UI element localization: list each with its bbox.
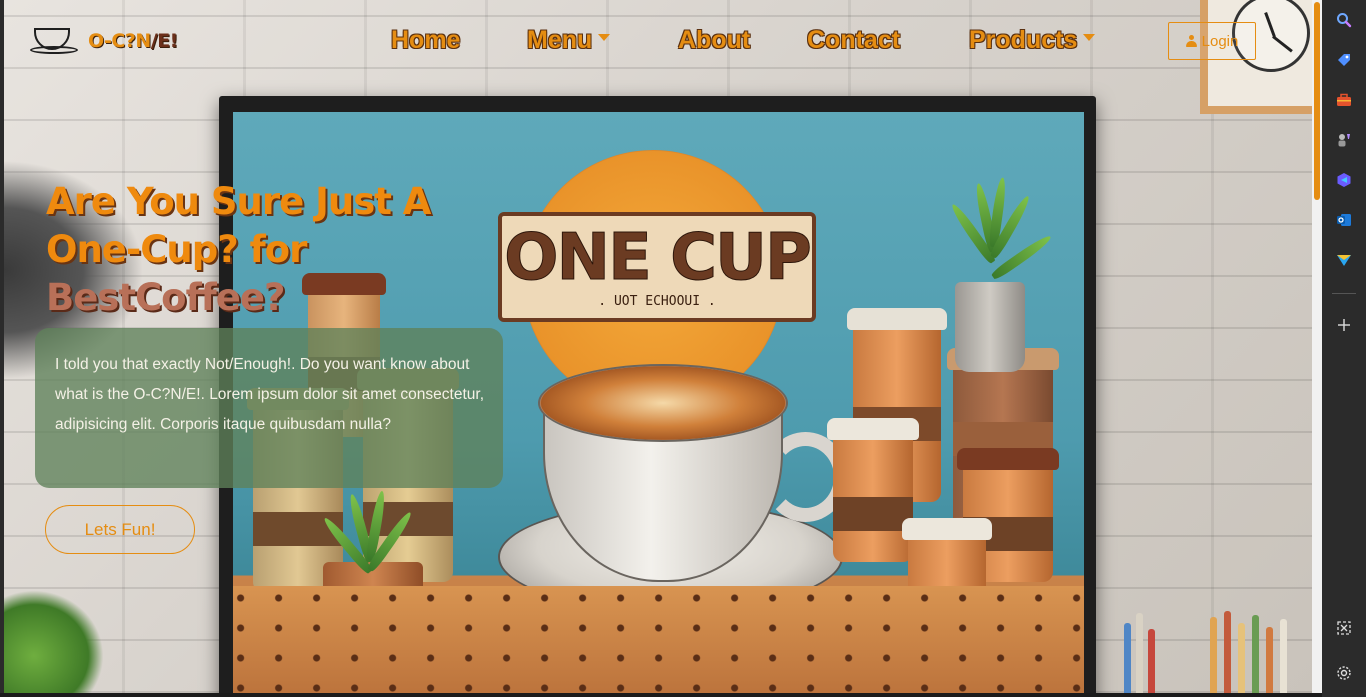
hero-title-line-3: BestCoffee?: [46, 276, 285, 319]
brand-name-part-a: O-C?N: [88, 30, 151, 52]
browser-sidebar: [1322, 0, 1366, 697]
nav-products[interactable]: Products: [969, 26, 1096, 55]
nav-home[interactable]: Home: [391, 26, 460, 55]
scrollbar-thumb[interactable]: [1314, 2, 1320, 200]
nav-home-label: Home: [391, 26, 461, 54]
hero-title-line-2: One-Cup? for: [46, 228, 307, 271]
window-bottom-edge: [0, 693, 1322, 697]
hero-title-line-1: Are You Sure Just A: [46, 180, 431, 223]
games-icon[interactable]: [1334, 130, 1354, 150]
nav-contact[interactable]: Contact: [807, 26, 900, 55]
caret-down-icon: [1083, 33, 1096, 41]
brand-name-part-b: /E!: [150, 30, 179, 52]
coffee-beans-table: [233, 586, 1084, 693]
nav-contact-label: Contact: [807, 26, 901, 54]
nav-about[interactable]: About: [678, 26, 750, 55]
toolbox-icon[interactable]: [1334, 90, 1354, 110]
login-button[interactable]: Login: [1168, 22, 1256, 60]
outlook-icon[interactable]: [1334, 210, 1354, 230]
lets-fun-button[interactable]: Lets Fun!: [45, 505, 195, 554]
nav-menu-label: Menu: [527, 26, 593, 54]
coffee-cup-icon: [30, 26, 78, 56]
copilot-icon[interactable]: [1334, 170, 1354, 190]
add-icon[interactable]: [1334, 315, 1354, 335]
caret-down-icon: [598, 33, 611, 41]
poster-sign: ONE CUP . UOT ECHOOUI .: [498, 212, 816, 322]
corner-plant: [4, 590, 104, 693]
nav-about-label: About: [678, 26, 751, 54]
sidebar-divider: [1332, 293, 1356, 294]
send-icon[interactable]: [1334, 250, 1354, 270]
hero-description: I told you that exactly Not/Enough!. Do …: [55, 356, 485, 433]
poster-sign-title: ONE CUP: [504, 220, 813, 295]
main-navbar: O-C?N/E! Home Menu About Contact Product…: [4, 0, 1312, 84]
hero-description-card: I told you that exactly Not/Enough!. Do …: [35, 328, 503, 488]
pencil-cup: [1114, 610, 1304, 693]
poster-sign-subtitle: . UOT ECHOOUI .: [598, 293, 716, 309]
settings-icon[interactable]: [1334, 663, 1354, 683]
brand-logo[interactable]: O-C?N/E!: [30, 26, 178, 56]
hero-title: Are You Sure Just A One-Cup? for BestCof…: [46, 178, 476, 322]
tag-icon[interactable]: [1334, 50, 1354, 70]
screenshot-icon[interactable]: [1334, 618, 1354, 638]
latte-art: [538, 364, 788, 442]
search-icon[interactable]: [1334, 10, 1354, 30]
login-label: Login: [1201, 32, 1239, 50]
potted-plant: [933, 162, 1054, 382]
user-icon: [1185, 35, 1197, 47]
brand-name: O-C?N/E!: [88, 30, 178, 52]
nav-products-label: Products: [969, 26, 1078, 54]
nav-menu[interactable]: Menu: [527, 26, 611, 55]
takeaway-cup: [827, 418, 919, 562]
web-page-viewport: ONE CUP . UOT ECHOOUI . O-C?N/E! Home Me…: [4, 0, 1312, 693]
